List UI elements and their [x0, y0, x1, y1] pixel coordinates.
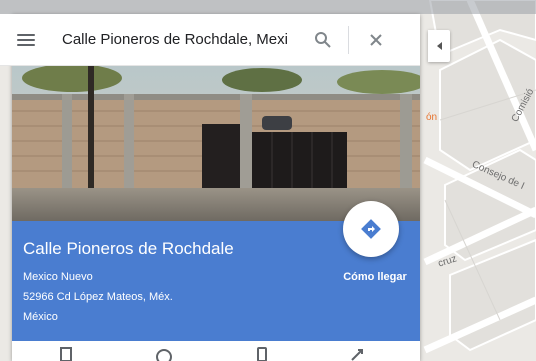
menu-button[interactable] — [0, 14, 52, 66]
share-icon[interactable] — [348, 347, 368, 361]
directions-label[interactable]: Cómo llegar — [335, 271, 415, 283]
directions-button[interactable] — [343, 201, 399, 257]
place-panel: Calle Pioneros de Rochdale Mexico Nuevo … — [12, 14, 420, 361]
directions-icon — [361, 219, 381, 239]
action-bar — [12, 341, 420, 361]
search-divider — [348, 25, 349, 54]
collapse-panel-button[interactable] — [428, 30, 450, 62]
search-button[interactable] — [304, 14, 342, 66]
address-line-2: 52966 Cd López Mateos, Méx. — [23, 291, 173, 303]
search-icon — [315, 31, 331, 48]
close-icon — [370, 33, 382, 46]
save-icon[interactable] — [56, 347, 76, 361]
search-bar — [0, 14, 420, 66]
street-view-photo[interactable] — [12, 66, 420, 221]
send-to-phone-icon[interactable] — [252, 347, 272, 361]
place-title: Calle Pioneros de Rochdale — [23, 239, 234, 258]
address-line-3: México — [23, 311, 58, 323]
menu-icon — [17, 33, 35, 46]
street-photo-image — [12, 66, 420, 221]
nearby-icon[interactable] — [154, 347, 174, 361]
address-line-1: Mexico Nuevo — [23, 271, 93, 283]
top-strip — [0, 0, 536, 14]
chevron-left-icon — [436, 42, 442, 50]
poi-label-partial: ón — [426, 112, 438, 123]
close-search-button[interactable] — [355, 14, 397, 66]
search-input[interactable] — [52, 24, 304, 55]
